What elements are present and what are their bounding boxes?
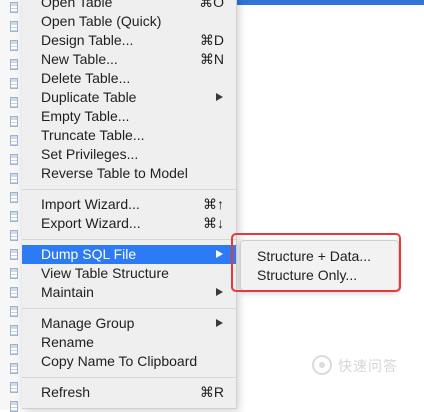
table-icon[interactable] xyxy=(10,154,18,165)
table-icon[interactable] xyxy=(10,40,18,51)
menu-item-manage-group[interactable]: Manage Group xyxy=(22,314,236,333)
watermark-text: 快速问答 xyxy=(338,358,398,374)
menu-item-label: Duplicate Table xyxy=(41,89,137,105)
menu-item-design-table[interactable]: Design Table... ⌘D xyxy=(22,31,236,50)
menu-item-label: Rename xyxy=(41,334,94,350)
menu-item-label: Truncate Table... xyxy=(41,127,145,143)
table-icon[interactable] xyxy=(10,211,18,222)
table-icon[interactable] xyxy=(10,230,18,241)
menu-item-rename[interactable]: Rename xyxy=(22,333,236,352)
shortcut-label: ⌘↓ xyxy=(203,215,224,231)
menu-separator xyxy=(22,239,236,240)
menu-item-set-privileges[interactable]: Set Privileges... xyxy=(22,145,236,164)
table-icon[interactable] xyxy=(10,268,18,279)
table-icon[interactable] xyxy=(10,135,18,146)
submenu-arrow-icon xyxy=(216,250,223,258)
menu-item-export-wizard[interactable]: Export Wizard... ⌘↓ xyxy=(22,214,236,233)
watermark-logo-icon xyxy=(312,355,332,375)
shortcut-label: ⌘O xyxy=(199,0,224,10)
menu-item-label: Import Wizard... xyxy=(41,196,140,212)
table-icon[interactable] xyxy=(10,249,18,260)
menu-item-import-wizard[interactable]: Import Wizard... ⌘↑ xyxy=(22,195,236,214)
annotation-highlight-box xyxy=(231,233,401,292)
menu-item-label: Design Table... xyxy=(41,32,134,48)
menu-item-label: New Table... xyxy=(41,51,118,67)
menu-item-label: Maintain xyxy=(41,284,94,300)
table-icon[interactable] xyxy=(10,325,18,336)
table-icon[interactable] xyxy=(10,78,18,89)
table-icon[interactable] xyxy=(10,116,18,127)
menu-item-reverse-table-to-model[interactable]: Reverse Table to Model xyxy=(22,164,236,183)
menu-separator xyxy=(22,308,236,309)
table-icon[interactable] xyxy=(10,363,18,374)
menu-item-view-table-structure[interactable]: View Table Structure xyxy=(22,264,236,283)
shortcut-label: ⌘D xyxy=(199,32,224,48)
menu-item-refresh[interactable]: Refresh ⌘R xyxy=(22,383,236,402)
table-icon[interactable] xyxy=(10,401,18,412)
table-icon[interactable] xyxy=(10,21,18,32)
table-icon[interactable] xyxy=(10,306,18,317)
watermark: 快速问答 xyxy=(312,354,416,376)
shortcut-label: ⌘↑ xyxy=(203,196,224,212)
menu-item-new-table[interactable]: New Table... ⌘N xyxy=(22,50,236,69)
menu-item-delete-table[interactable]: Delete Table... xyxy=(22,69,236,88)
table-icon[interactable] xyxy=(10,173,18,184)
table-icon[interactable] xyxy=(10,344,18,355)
menu-item-label: Open Table (Quick) xyxy=(41,13,162,29)
menu-item-open-table-quick[interactable]: Open Table (Quick) xyxy=(22,12,236,31)
menu-item-open-table[interactable]: Open Table ⌘O xyxy=(22,0,236,12)
menu-item-empty-table[interactable]: Empty Table... xyxy=(22,107,236,126)
menu-item-dump-sql-file[interactable]: Dump SQL File xyxy=(22,245,236,264)
table-icon[interactable] xyxy=(10,287,18,298)
shortcut-label: ⌘N xyxy=(199,51,224,67)
shortcut-label: ⌘R xyxy=(199,384,224,400)
table-icon[interactable] xyxy=(10,2,18,13)
menu-item-label: Refresh xyxy=(41,384,91,400)
window-top-bar xyxy=(236,0,424,5)
menu-item-label: Open Table xyxy=(41,0,113,10)
menu-item-copy-name-to-clipboard[interactable]: Copy Name To Clipboard xyxy=(22,352,236,371)
menu-item-label: View Table Structure xyxy=(41,265,169,281)
menu-separator xyxy=(22,189,236,190)
context-menu: Open Table ⌘O Open Table (Quick) Design … xyxy=(22,0,237,409)
submenu-arrow-icon xyxy=(216,288,223,296)
menu-item-label: Set Privileges... xyxy=(41,146,139,162)
table-icon[interactable] xyxy=(10,97,18,108)
menu-item-label: Dump SQL File xyxy=(41,246,137,262)
table-list-icons xyxy=(0,0,22,412)
menu-item-label: Reverse Table to Model xyxy=(41,165,188,181)
menu-item-label: Manage Group xyxy=(41,315,135,331)
menu-item-label: Export Wizard... xyxy=(41,215,141,231)
menu-item-label: Delete Table... xyxy=(41,70,131,86)
menu-separator xyxy=(22,377,236,378)
menu-item-label: Empty Table... xyxy=(41,108,130,124)
menu-item-label: Copy Name To Clipboard xyxy=(41,353,198,369)
table-icon[interactable] xyxy=(10,382,18,393)
submenu-arrow-icon xyxy=(216,93,223,101)
table-icon[interactable] xyxy=(10,192,18,203)
menu-item-truncate-table[interactable]: Truncate Table... xyxy=(22,126,236,145)
menu-item-maintain[interactable]: Maintain xyxy=(22,283,236,302)
table-icon[interactable] xyxy=(10,59,18,70)
submenu-arrow-icon xyxy=(216,319,223,327)
menu-item-duplicate-table[interactable]: Duplicate Table xyxy=(22,88,236,107)
